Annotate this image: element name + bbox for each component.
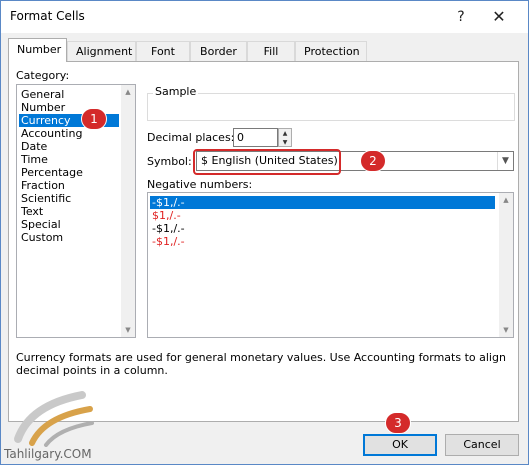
sample-label: Sample [153,85,199,98]
category-item-number[interactable]: Number [19,101,67,114]
help-button[interactable]: ? [447,5,475,29]
tab-number[interactable]: Number [8,38,67,62]
sample-group [147,93,515,121]
category-item-date[interactable]: Date [19,140,49,153]
tab-alignment[interactable]: Alignment [67,41,136,62]
decimal-places-spinner[interactable]: ▲ ▼ [278,128,292,147]
category-item-percentage[interactable]: Percentage [19,166,85,179]
category-label: Category: [16,69,70,82]
scroll-down-icon[interactable]: ▼ [499,323,513,337]
negative-item-4[interactable]: -$1,/.- [150,235,187,248]
scroll-up-icon[interactable]: ▲ [499,193,513,207]
scroll-down-icon[interactable]: ▼ [121,323,135,337]
title-bar: Format Cells ? ✕ [1,1,528,33]
spin-up-icon[interactable]: ▲ [279,129,291,138]
decimal-places-input[interactable]: 0 [233,128,278,147]
category-item-time[interactable]: Time [19,153,50,166]
tab-protection[interactable]: Protection [295,41,367,62]
step-marker-3: 3 [385,412,411,434]
negative-item-3[interactable]: -$1,/.- [150,222,187,235]
category-item-custom[interactable]: Custom [19,231,65,244]
category-item-scientific[interactable]: Scientific [19,192,73,205]
scroll-up-icon[interactable]: ▲ [121,85,135,99]
chevron-down-icon[interactable]: ▼ [497,152,513,170]
symbol-highlight [193,149,341,175]
category-item-special[interactable]: Special [19,218,63,231]
format-description: Currency formats are used for general mo… [16,351,506,377]
tab-fill[interactable]: Fill [247,41,295,62]
watermark-logo-icon [14,391,94,447]
category-item-fraction[interactable]: Fraction [19,179,67,192]
close-button[interactable]: ✕ [485,5,513,29]
symbol-label: Symbol: [147,155,192,168]
cancel-button[interactable]: Cancel [445,434,519,456]
negative-item-1[interactable]: -$1,/.- [150,196,495,209]
category-scrollbar[interactable]: ▲ ▼ [121,85,135,337]
negative-item-2[interactable]: $1,/.- [150,209,183,222]
tab-font[interactable]: Font [136,41,190,62]
decimal-places-label: Decimal places: [147,131,235,144]
category-item-accounting[interactable]: Accounting [19,127,84,140]
dialog-title: Format Cells [10,9,85,23]
watermark-text: Tahlilgary.COM [4,447,92,461]
spin-down-icon[interactable]: ▼ [279,138,291,147]
step-marker-2: 2 [360,150,386,172]
category-item-general[interactable]: General [19,88,66,101]
tab-border[interactable]: Border [190,41,247,62]
category-listbox[interactable]: General Number Currency Accounting Date … [16,84,136,338]
ok-button[interactable]: OK [363,434,437,456]
negative-numbers-listbox[interactable]: -$1,/.- $1,/.- -$1,/.- -$1,/.- ▲ ▼ [147,192,514,338]
negative-scrollbar[interactable]: ▲ ▼ [499,193,513,337]
category-item-text[interactable]: Text [19,205,45,218]
step-marker-1: 1 [81,108,107,130]
negative-numbers-label: Negative numbers: [147,178,253,191]
